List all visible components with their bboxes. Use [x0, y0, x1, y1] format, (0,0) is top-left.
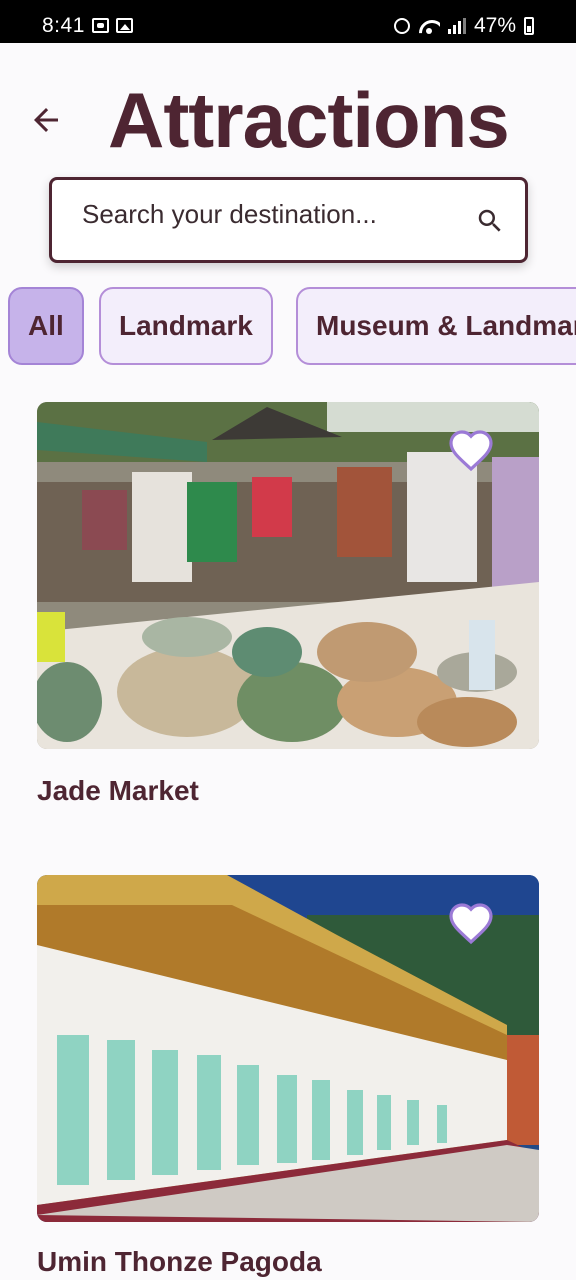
search-box[interactable] [49, 177, 528, 263]
search-icon[interactable] [475, 206, 505, 236]
heart-outline-icon[interactable] [447, 428, 495, 472]
filter-chip-all[interactable]: All [8, 287, 84, 365]
search-input[interactable] [82, 194, 462, 234]
page-title: Attractions [108, 76, 510, 164]
filter-chip-museum-landmark[interactable]: Museum & Landmark [296, 287, 576, 365]
filter-chips: All Landmark Museum & Landmark [0, 280, 576, 372]
attraction-image-jade-market[interactable] [37, 402, 539, 749]
status-time: 8:41 [42, 14, 85, 37]
notification-icons [92, 18, 133, 33]
attraction-image-umin-thonze-pagoda[interactable] [37, 875, 539, 1222]
battery-percent: 47% [473, 14, 516, 37]
attraction-title-jade-market[interactable]: Jade Market [37, 775, 199, 807]
attraction-title-umin-thonze-pagoda[interactable]: Umin Thonze Pagoda [37, 1246, 322, 1278]
wifi-icon [418, 18, 440, 34]
heart-outline-icon[interactable] [447, 901, 495, 945]
gallery-notification-icon [116, 18, 133, 33]
arrow-left-icon [34, 108, 58, 132]
signal-icon [447, 18, 466, 34]
message-notification-icon [92, 18, 109, 33]
system-status: 47% [393, 14, 534, 38]
alarm-icon [393, 18, 410, 34]
status-bar: 8:41 47% [0, 0, 576, 43]
battery-icon [524, 17, 534, 35]
back-button[interactable] [26, 100, 66, 140]
filter-chip-landmark[interactable]: Landmark [99, 287, 273, 365]
